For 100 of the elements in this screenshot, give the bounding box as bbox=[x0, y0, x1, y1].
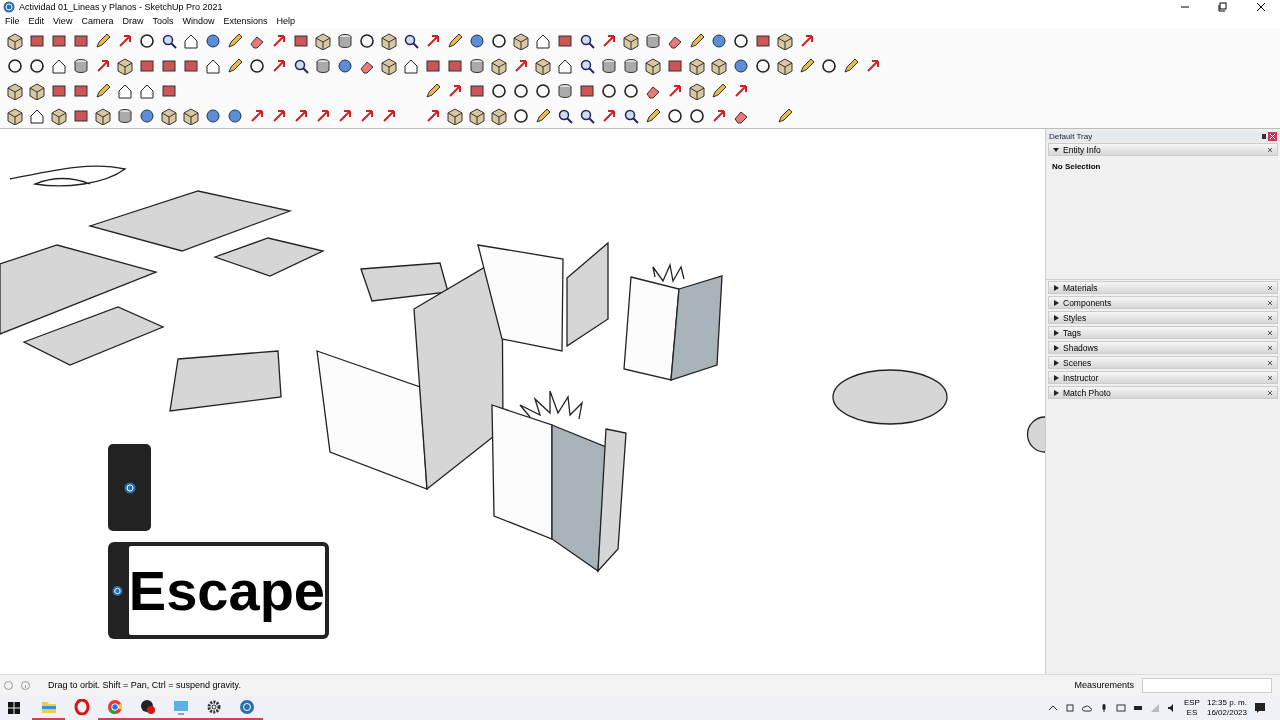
close-icon[interactable] bbox=[1267, 389, 1273, 396]
panel-header[interactable]: Instructor bbox=[1048, 371, 1278, 384]
sphere-icon[interactable] bbox=[710, 31, 728, 50]
pencil-icon[interactable] bbox=[644, 106, 662, 125]
notification-icon[interactable] bbox=[1254, 701, 1266, 714]
cylinder-icon[interactable] bbox=[116, 106, 134, 125]
measurements-field[interactable] bbox=[1142, 677, 1272, 693]
menu-item[interactable]: Tools bbox=[152, 16, 174, 26]
close-icon[interactable] bbox=[1267, 359, 1273, 366]
cube-icon[interactable] bbox=[490, 56, 508, 75]
cube-icon[interactable] bbox=[644, 56, 662, 75]
close-icon[interactable] bbox=[1267, 299, 1273, 306]
sphere-icon[interactable] bbox=[138, 106, 156, 125]
pencil-icon[interactable] bbox=[94, 81, 112, 100]
menu-item[interactable]: File bbox=[5, 16, 20, 26]
panel-header[interactable]: Tags bbox=[1048, 326, 1278, 339]
cube-icon[interactable] bbox=[380, 31, 398, 50]
sphere-icon[interactable] bbox=[226, 106, 244, 125]
close-icon[interactable] bbox=[1267, 374, 1273, 381]
pencil-icon[interactable] bbox=[710, 81, 728, 100]
menu-item[interactable]: Help bbox=[276, 16, 295, 26]
cube-icon[interactable] bbox=[446, 106, 464, 125]
menu-item[interactable]: View bbox=[53, 16, 73, 26]
sphere-icon[interactable] bbox=[732, 56, 750, 75]
cube-icon[interactable] bbox=[776, 56, 794, 75]
pencil-icon[interactable] bbox=[688, 31, 706, 50]
cube-icon[interactable] bbox=[688, 56, 706, 75]
circle-icon[interactable] bbox=[688, 106, 706, 125]
cylinder-icon[interactable] bbox=[644, 31, 662, 50]
close-icon[interactable] bbox=[1267, 344, 1273, 351]
circle-icon[interactable] bbox=[732, 31, 750, 50]
panel-header[interactable]: Shadows bbox=[1048, 341, 1278, 354]
close-icon[interactable] bbox=[1267, 146, 1273, 153]
cylinder-icon[interactable] bbox=[622, 56, 640, 75]
close-icon[interactable] bbox=[1267, 284, 1273, 291]
pencil-icon[interactable] bbox=[424, 81, 442, 100]
sphere-icon[interactable] bbox=[204, 31, 222, 50]
circle-icon[interactable] bbox=[754, 56, 772, 75]
circle-icon[interactable] bbox=[490, 31, 508, 50]
sphere-icon[interactable] bbox=[336, 56, 354, 75]
menu-item[interactable]: Window bbox=[182, 16, 215, 26]
circle-icon[interactable] bbox=[248, 56, 266, 75]
pencil-icon[interactable] bbox=[226, 56, 244, 75]
cube-icon[interactable] bbox=[314, 31, 332, 50]
panel-header[interactable]: Scenes bbox=[1048, 356, 1278, 369]
cube-icon[interactable] bbox=[468, 106, 486, 125]
pencil-icon[interactable] bbox=[842, 56, 860, 75]
cube-icon[interactable] bbox=[688, 81, 706, 100]
circle-icon[interactable] bbox=[490, 81, 508, 100]
sphere-icon[interactable] bbox=[468, 31, 486, 50]
menu-item[interactable]: Camera bbox=[81, 16, 114, 26]
cube-icon[interactable] bbox=[182, 106, 200, 125]
cube-icon[interactable] bbox=[94, 106, 112, 125]
circle-icon[interactable] bbox=[512, 81, 530, 100]
pencil-icon[interactable] bbox=[776, 106, 794, 125]
sphere-icon[interactable] bbox=[204, 106, 222, 125]
circle-icon[interactable] bbox=[534, 81, 552, 100]
cube-icon[interactable] bbox=[490, 106, 508, 125]
menu-item[interactable]: Extensions bbox=[223, 16, 268, 26]
maximize-icon[interactable] bbox=[1218, 2, 1228, 12]
cube-icon[interactable] bbox=[160, 106, 178, 125]
panel-header[interactable]: Match Photo bbox=[1048, 386, 1278, 399]
cylinder-icon[interactable] bbox=[556, 81, 574, 100]
cube-icon[interactable] bbox=[116, 56, 134, 75]
cube-icon[interactable] bbox=[28, 81, 46, 100]
close-icon[interactable] bbox=[1267, 314, 1273, 321]
cube-icon[interactable] bbox=[534, 56, 552, 75]
pencil-icon[interactable] bbox=[534, 106, 552, 125]
circle-icon[interactable] bbox=[28, 56, 46, 75]
panel-header[interactable]: Styles bbox=[1048, 311, 1278, 324]
cube-icon[interactable] bbox=[50, 106, 68, 125]
menu-item[interactable]: Draw bbox=[122, 16, 144, 26]
cylinder-icon[interactable] bbox=[72, 56, 90, 75]
cube-icon[interactable] bbox=[380, 56, 398, 75]
pin-icon[interactable] bbox=[1260, 132, 1268, 141]
circle-icon[interactable] bbox=[666, 106, 684, 125]
cylinder-icon[interactable] bbox=[336, 31, 354, 50]
circle-icon[interactable] bbox=[6, 56, 24, 75]
panel-header[interactable]: Materials bbox=[1048, 281, 1278, 294]
pencil-icon[interactable] bbox=[446, 31, 464, 50]
circle-icon[interactable] bbox=[512, 106, 530, 125]
info-icon[interactable] bbox=[21, 680, 30, 690]
circle-icon[interactable] bbox=[600, 81, 618, 100]
cube-icon[interactable] bbox=[710, 56, 728, 75]
pencil-icon[interactable] bbox=[798, 56, 816, 75]
cube-icon[interactable] bbox=[6, 81, 24, 100]
cylinder-icon[interactable] bbox=[600, 56, 618, 75]
cylinder-icon[interactable] bbox=[314, 56, 332, 75]
cube-icon[interactable] bbox=[622, 31, 640, 50]
windows-start-icon[interactable] bbox=[8, 701, 20, 714]
cloud-icon[interactable] bbox=[1081, 702, 1092, 713]
circle-icon[interactable] bbox=[358, 31, 376, 50]
circle-icon[interactable] bbox=[820, 56, 838, 75]
screen-icon[interactable] bbox=[1115, 702, 1126, 713]
panel-header[interactable]: Components bbox=[1048, 296, 1278, 309]
cube-icon[interactable] bbox=[776, 31, 794, 50]
cylinder-icon[interactable] bbox=[468, 56, 486, 75]
cube-icon[interactable] bbox=[6, 106, 24, 125]
menu-item[interactable]: Edit bbox=[28, 16, 45, 26]
circle-icon[interactable] bbox=[622, 81, 640, 100]
